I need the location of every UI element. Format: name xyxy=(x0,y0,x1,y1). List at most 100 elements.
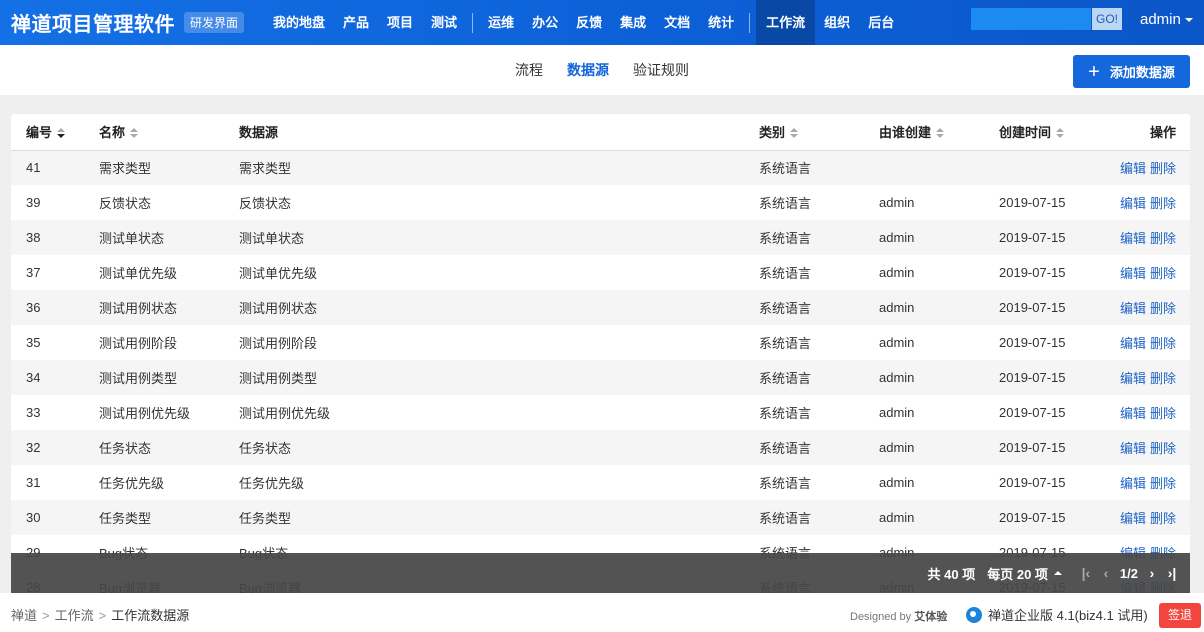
cell-id: 38 xyxy=(11,220,99,255)
cell-actions: 编辑删除 xyxy=(1109,360,1190,395)
cell-category: 系统语言 xyxy=(759,395,879,430)
delete-link[interactable]: 删除 xyxy=(1150,161,1176,176)
interface-switch-badge[interactable]: 研发界面 xyxy=(184,12,245,33)
nav-item[interactable]: 项目 xyxy=(378,0,422,45)
cell-id: 31 xyxy=(11,465,99,500)
user-menu[interactable]: admin xyxy=(1140,0,1193,45)
caret-up-icon[interactable] xyxy=(1053,571,1062,575)
nav-item[interactable]: 我的地盘 xyxy=(264,0,334,45)
delete-link[interactable]: 删除 xyxy=(1150,406,1176,421)
zentao-logo-icon xyxy=(966,606,982,623)
delete-link[interactable]: 删除 xyxy=(1150,336,1176,351)
prev-page-icon[interactable]: ‹ xyxy=(1096,565,1116,581)
nav-item[interactable]: 组织 xyxy=(815,0,859,45)
sort-icon xyxy=(936,128,945,139)
edit-link[interactable]: 编辑 xyxy=(1120,266,1146,281)
brand-title[interactable]: 禅道项目管理软件 xyxy=(0,8,175,37)
cell-actions: 编辑删除 xyxy=(1109,185,1190,220)
cell-date: 2019-07-15 xyxy=(999,290,1109,325)
cell-category: 系统语言 xyxy=(759,185,879,220)
caret-down-icon xyxy=(1184,18,1193,23)
next-page-icon[interactable]: › xyxy=(1142,565,1162,581)
cell-name: 测试用例类型 xyxy=(99,360,239,395)
cell-category: 系统语言 xyxy=(759,430,879,465)
edit-link[interactable]: 编辑 xyxy=(1120,441,1146,456)
breadcrumb-workflow[interactable]: 工作流 xyxy=(55,608,94,623)
last-page-icon[interactable]: ›| xyxy=(1162,565,1182,581)
delete-link[interactable]: 删除 xyxy=(1150,196,1176,211)
col-header-date[interactable]: 创建时间 xyxy=(999,114,1109,151)
breadcrumb-separator: > xyxy=(98,608,107,623)
cell-actions: 编辑删除 xyxy=(1109,500,1190,535)
col-header-name[interactable]: 名称 xyxy=(99,114,239,151)
delete-link[interactable]: 删除 xyxy=(1150,371,1176,386)
cell-actions: 编辑删除 xyxy=(1109,465,1190,500)
nav-item[interactable]: 文档 xyxy=(655,0,699,45)
cell-creator xyxy=(879,150,999,185)
edit-link[interactable]: 编辑 xyxy=(1120,511,1146,526)
nav-item[interactable]: 反馈 xyxy=(567,0,611,45)
cell-actions: 编辑删除 xyxy=(1109,255,1190,290)
nav-item[interactable]: 统计 xyxy=(699,0,743,45)
cell-date: 2019-07-15 xyxy=(999,325,1109,360)
add-datasource-button[interactable]: + 添加数据源 xyxy=(1073,55,1190,88)
nav-item[interactable]: 工作流 xyxy=(756,0,816,45)
col-header-category[interactable]: 类别 xyxy=(759,114,879,151)
pager-page-size[interactable]: 每页 20 项 xyxy=(987,564,1048,583)
table-row: 38 测试单状态 测试单状态 系统语言 admin 2019-07-15 编辑 删除 xyxy=(11,220,1190,255)
edit-link[interactable]: 编辑 xyxy=(1120,231,1146,246)
user-name: admin xyxy=(1140,11,1181,28)
edit-link[interactable]: 编辑 xyxy=(1120,336,1146,351)
cell-category: 系统语言 xyxy=(759,290,879,325)
table-row: 32 任务状态 任务状态 系统语言 admin 2019-07-15 编辑 删除 xyxy=(11,430,1190,465)
cell-id: 41 xyxy=(11,150,99,185)
first-page-icon[interactable]: |‹ xyxy=(1076,565,1096,581)
table-row: 36 测试用例状态 测试用例状态 系统语言 admin 2019-07-15 编辑 删除 xyxy=(11,290,1190,325)
subnav-tab[interactable]: 验证规则 xyxy=(633,60,689,80)
search-go-button[interactable]: GO! xyxy=(1092,8,1122,30)
subnav-tab[interactable]: 流程 xyxy=(515,60,543,80)
delete-link[interactable]: 删除 xyxy=(1150,266,1176,281)
cell-date: 2019-07-15 xyxy=(999,465,1109,500)
nav-item[interactable]: 集成 xyxy=(611,0,655,45)
version-link[interactable]: 禅道企业版 4.1(biz4.1 试用) xyxy=(966,605,1148,624)
delete-link[interactable]: 删除 xyxy=(1150,231,1176,246)
cell-creator: admin xyxy=(879,360,999,395)
cell-category: 系统语言 xyxy=(759,465,879,500)
nav-item[interactable]: 后台 xyxy=(859,0,903,45)
edit-link[interactable]: 编辑 xyxy=(1120,196,1146,211)
cell-category: 系统语言 xyxy=(759,325,879,360)
search-input[interactable] xyxy=(971,8,1091,30)
signout-button[interactable]: 签退 xyxy=(1159,603,1201,628)
delete-link[interactable]: 删除 xyxy=(1150,476,1176,491)
nav-item[interactable]: 办公 xyxy=(523,0,567,45)
cell-date: 2019-07-15 xyxy=(999,360,1109,395)
subnav-tab[interactable]: 数据源 xyxy=(567,60,609,80)
edit-link[interactable]: 编辑 xyxy=(1120,406,1146,421)
nav-item[interactable]: 运维 xyxy=(479,0,523,45)
edit-link[interactable]: 编辑 xyxy=(1120,371,1146,386)
top-navbar: 禅道项目管理软件 研发界面 我的地盘 产品 项目 测试 运维 办公 反馈 集成 文档 统计 工作流组… xyxy=(0,0,1204,45)
table-row: 37 测试单优先级 测试单优先级 系统语言 admin 2019-07-15 编辑 删除 xyxy=(11,255,1190,290)
cell-source: 测试用例状态 xyxy=(239,290,759,325)
cell-source: 需求类型 xyxy=(239,150,759,185)
delete-link[interactable]: 删除 xyxy=(1150,511,1176,526)
table-row: 33 测试用例优先级 测试用例优先级 系统语言 admin 2019-07-15 编辑 删除 xyxy=(11,395,1190,430)
edit-link[interactable]: 编辑 xyxy=(1120,301,1146,316)
edit-link[interactable]: 编辑 xyxy=(1120,476,1146,491)
cell-date: 2019-07-15 xyxy=(999,220,1109,255)
nav-item[interactable]: 测试 xyxy=(422,0,466,45)
delete-link[interactable]: 删除 xyxy=(1150,441,1176,456)
nav-item[interactable]: 产品 xyxy=(334,0,378,45)
delete-link[interactable]: 删除 xyxy=(1150,301,1176,316)
cell-id: 39 xyxy=(11,185,99,220)
col-header-id[interactable]: 编号 xyxy=(11,114,99,151)
breadcrumb-separator: > xyxy=(42,608,50,623)
cell-date: 2019-07-15 xyxy=(999,395,1109,430)
cell-source: 反馈状态 xyxy=(239,185,759,220)
breadcrumb-home[interactable]: 禅道 xyxy=(11,608,37,623)
table-row: 39 反馈状态 反馈状态 系统语言 admin 2019-07-15 编辑 删除 xyxy=(11,185,1190,220)
col-header-creator[interactable]: 由谁创建 xyxy=(879,114,999,151)
edit-link[interactable]: 编辑 xyxy=(1120,161,1146,176)
designer-link[interactable]: 艾体验 xyxy=(914,611,947,623)
